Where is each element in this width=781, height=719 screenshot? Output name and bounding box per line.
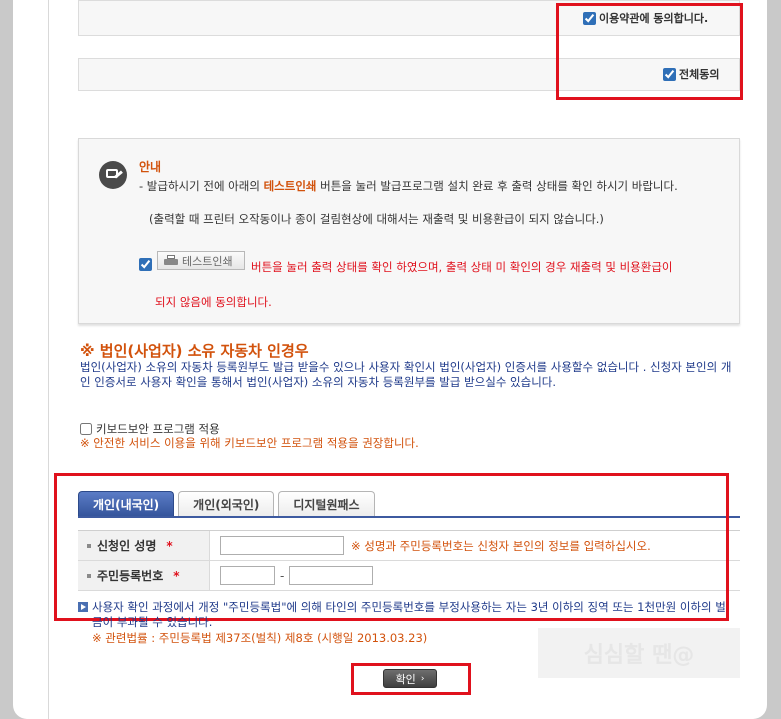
identity-tabs: 개인(내국인) 개인(외국인) 디지털원패스 (78, 491, 375, 517)
bullet-icon (87, 573, 91, 578)
confirm-button[interactable]: 확인 › (383, 669, 437, 688)
rrn-label-text: 주민등록번호 (97, 569, 164, 583)
warning-text: 사용자 확인 과정에서 개정 "주민등록법"에 의해 타인의 주민등록번호를 부… (92, 600, 726, 629)
keyboard-security-note: ※ 안전한 서비스 이용을 위해 키보드보안 프로그램 적용을 권장합니다. (80, 436, 419, 450)
name-label: 신청인 성명 * (78, 531, 210, 560)
chevron-right-icon: › (420, 673, 425, 684)
tab-digital-onepass[interactable]: 디지털원패스 (278, 491, 375, 517)
all-agree-row[interactable]: 전체동의 (663, 66, 719, 82)
rrn-row: 주민등록번호 * - (78, 561, 740, 591)
print-confirm-text: 버튼을 눌러 출력 상태를 확인 하였으며, 출력 상태 미 확인의 경우 재출… (251, 260, 673, 274)
notice-title: 안내 (139, 160, 162, 174)
notice-text: - 발급하시기 전에 아래의 테스트인쇄 버튼을 눌러 발급프로그램 설치 완료… (139, 177, 729, 195)
notice-line1-prefix: - 발급하시기 전에 아래의 (139, 179, 264, 193)
tab-underline (78, 516, 740, 518)
tab-foreigner[interactable]: 개인(외국인) (178, 491, 275, 517)
rrn-label: 주민등록번호 * (78, 561, 210, 590)
rrn-field-cell: - (210, 561, 740, 590)
panel-edge (48, 0, 49, 719)
corporate-title: ※ 법인(사업자) 소유 자동차 인경우 (80, 342, 309, 360)
memo-icon (99, 161, 127, 189)
notice-line1-suffix: 버튼을 눌러 발급프로그램 설치 완료 후 출력 상태를 확인 하시기 바랍니다… (316, 179, 678, 193)
required-mark: * (166, 538, 173, 553)
name-note: ※ 성명과 주민등록번호는 신청자 본인의 정보를 입력하십시오. (351, 538, 651, 553)
notice-line2: (출력할 때 프린터 오작동이나 종이 걸림현상에 대해서는 재출력 및 비용환… (149, 212, 604, 226)
required-mark: * (173, 568, 180, 583)
terms-agree-checkbox[interactable] (583, 11, 596, 25)
applicant-name-input[interactable] (220, 536, 344, 555)
terms-agree-label: 이용약관에 동의합니다. (599, 12, 709, 25)
rrn-back-input[interactable] (289, 566, 374, 585)
keyboard-security-checkbox[interactable] (80, 423, 92, 435)
all-agree-checkbox[interactable] (663, 67, 676, 81)
corporate-text: 법인(사업자) 소유의 자동차 등록원부도 발급 받을수 있으나 사용자 확인시… (80, 360, 732, 389)
rrn-dash: - (280, 568, 285, 583)
watermark: 심심할 땐@ (538, 628, 740, 678)
terms-agree-row[interactable]: 이용약관에 동의합니다. (583, 10, 708, 26)
rrn-front-input[interactable] (220, 566, 275, 585)
name-field-cell: ※ 성명과 주민등록번호는 신청자 본인의 정보를 입력하십시오. (210, 531, 740, 560)
arrow-right-icon (78, 602, 88, 612)
confirm-button-label: 확인 (395, 672, 416, 686)
notice-line1-highlight: 테스트인쇄 (263, 179, 317, 193)
applicant-form: 신청인 성명 * ※ 성명과 주민등록번호는 신청자 본인의 정보를 입력하십시오… (78, 530, 740, 591)
all-agree-box (78, 58, 740, 91)
print-confirm-text2: 되지 않음에 동의합니다. (155, 295, 272, 309)
name-label-text: 신청인 성명 (97, 539, 157, 553)
name-row: 신청인 성명 * ※ 성명과 주민등록번호는 신청자 본인의 정보를 입력하십시오… (78, 531, 740, 561)
warning-law: ※ 관련법률 : 주민등록법 제37조(벌칙) 제8호 (시행일 2013.03… (92, 631, 428, 645)
all-agree-label: 전체동의 (679, 68, 720, 81)
notice-box: 안내 - 발급하시기 전에 아래의 테스트인쇄 버튼을 눌러 발급프로그램 설치… (78, 138, 740, 324)
tab-domestic[interactable]: 개인(내국인) (78, 491, 175, 517)
bullet-icon (87, 543, 91, 548)
